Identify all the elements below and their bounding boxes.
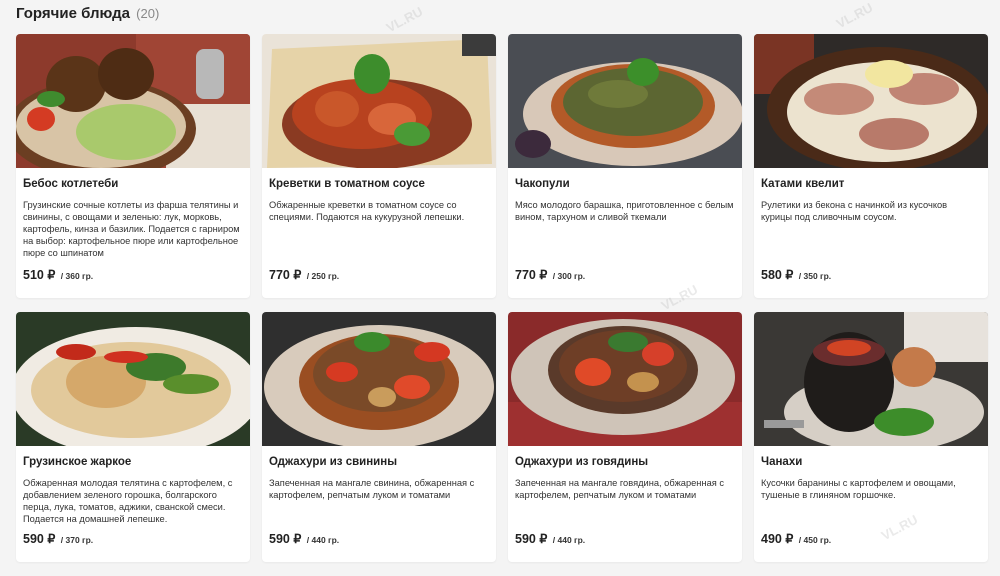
price-value: 590 ₽ <box>515 532 548 546</box>
dish-weight: / 300 гр. <box>552 271 586 281</box>
dish-description: Кусочки баранины с картофелем и овощами,… <box>761 478 956 500</box>
dish-description: Запеченная на мангале говядина, обжаренн… <box>515 478 725 500</box>
dish-photo <box>262 312 496 446</box>
dish-weight: / 440 гр. <box>306 535 340 545</box>
dish-photo <box>508 34 742 168</box>
dish-price: 590 ₽ / 440 гр. <box>515 531 585 546</box>
dish-description: Мясо молодого барашка, приготовленное с … <box>515 200 734 222</box>
dish-title: Чакопули <box>515 178 570 190</box>
dish-card[interactable]: Бебос котлетеби Грузинские сочные котлет… <box>16 34 250 298</box>
dish-weight: / 360 гр. <box>60 271 94 281</box>
dish-weight: / 440 гр. <box>552 535 586 545</box>
dish-card[interactable]: Оджахури из говядины Запеченная на манга… <box>508 312 742 562</box>
dish-card[interactable]: Катами квелит Рулетики из бекона с начин… <box>754 34 988 298</box>
dish-title: Бебос котлетеби <box>23 178 119 190</box>
dish-weight: / 250 гр. <box>306 271 340 281</box>
section-count: (20) <box>136 6 160 21</box>
price-value: 590 ₽ <box>23 532 56 546</box>
dish-weight: / 370 гр. <box>60 535 94 545</box>
dish-price: 590 ₽ / 440 гр. <box>269 531 339 546</box>
dish-photo <box>754 34 988 168</box>
dish-title: Грузинское жаркое <box>23 456 132 468</box>
dish-photo <box>508 312 742 446</box>
dish-price: 510 ₽ / 360 гр. <box>23 267 93 282</box>
price-value: 770 ₽ <box>269 268 302 282</box>
dish-title: Креветки в томатном соусе <box>269 178 425 190</box>
dish-photo <box>16 34 250 168</box>
dish-title: Катами квелит <box>761 178 845 190</box>
dish-description: Обжаренные креветки в томатном соусе со … <box>269 200 465 222</box>
dish-card[interactable]: Оджахури из свинины Запеченная на мангал… <box>262 312 496 562</box>
watermark: VL.RU <box>833 0 876 32</box>
dish-card[interactable]: Грузинское жаркое Обжаренная молодая тел… <box>16 312 250 562</box>
price-value: 770 ₽ <box>515 268 548 282</box>
dish-description: Запеченная на мангале свинина, обжаренна… <box>269 478 475 500</box>
price-value: 590 ₽ <box>269 532 302 546</box>
dish-price: 770 ₽ / 250 гр. <box>269 267 339 282</box>
dish-photo <box>16 312 250 446</box>
dish-price: 490 ₽ / 450 гр. <box>761 531 831 546</box>
dish-price: 590 ₽ / 370 гр. <box>23 531 93 546</box>
dish-card[interactable]: Чанахи Кусочки баранины с картофелем и о… <box>754 312 988 562</box>
dish-card[interactable]: Креветки в томатном соусе Обжаренные кре… <box>262 34 496 298</box>
dish-photo <box>754 312 988 446</box>
dish-price: 580 ₽ / 350 гр. <box>761 267 831 282</box>
dish-photo <box>262 34 496 168</box>
price-value: 490 ₽ <box>761 532 794 546</box>
dish-grid: Бебос котлетеби Грузинские сочные котлет… <box>16 34 988 562</box>
watermark: VL.RU <box>383 3 426 36</box>
dish-title: Оджахури из говядины <box>515 456 649 468</box>
dish-description: Рулетики из бекона с начинкой из кусочко… <box>761 200 948 222</box>
price-value: 510 ₽ <box>23 268 56 282</box>
dish-description: Грузинские сочные котлеты из фарша телят… <box>23 200 240 258</box>
dish-price: 770 ₽ / 300 гр. <box>515 267 585 282</box>
price-value: 580 ₽ <box>761 268 794 282</box>
section-title: Горячие блюда (20) <box>16 5 159 22</box>
dish-description: Обжаренная молодая телятина с картофелем… <box>23 478 233 524</box>
dish-title: Чанахи <box>761 456 803 468</box>
dish-weight: / 350 гр. <box>798 271 832 281</box>
dish-card[interactable]: Чакопули Мясо молодого барашка, приготов… <box>508 34 742 298</box>
section-title-text: Горячие блюда <box>16 5 130 22</box>
dish-title: Оджахури из свинины <box>269 456 398 468</box>
dish-weight: / 450 гр. <box>798 535 832 545</box>
